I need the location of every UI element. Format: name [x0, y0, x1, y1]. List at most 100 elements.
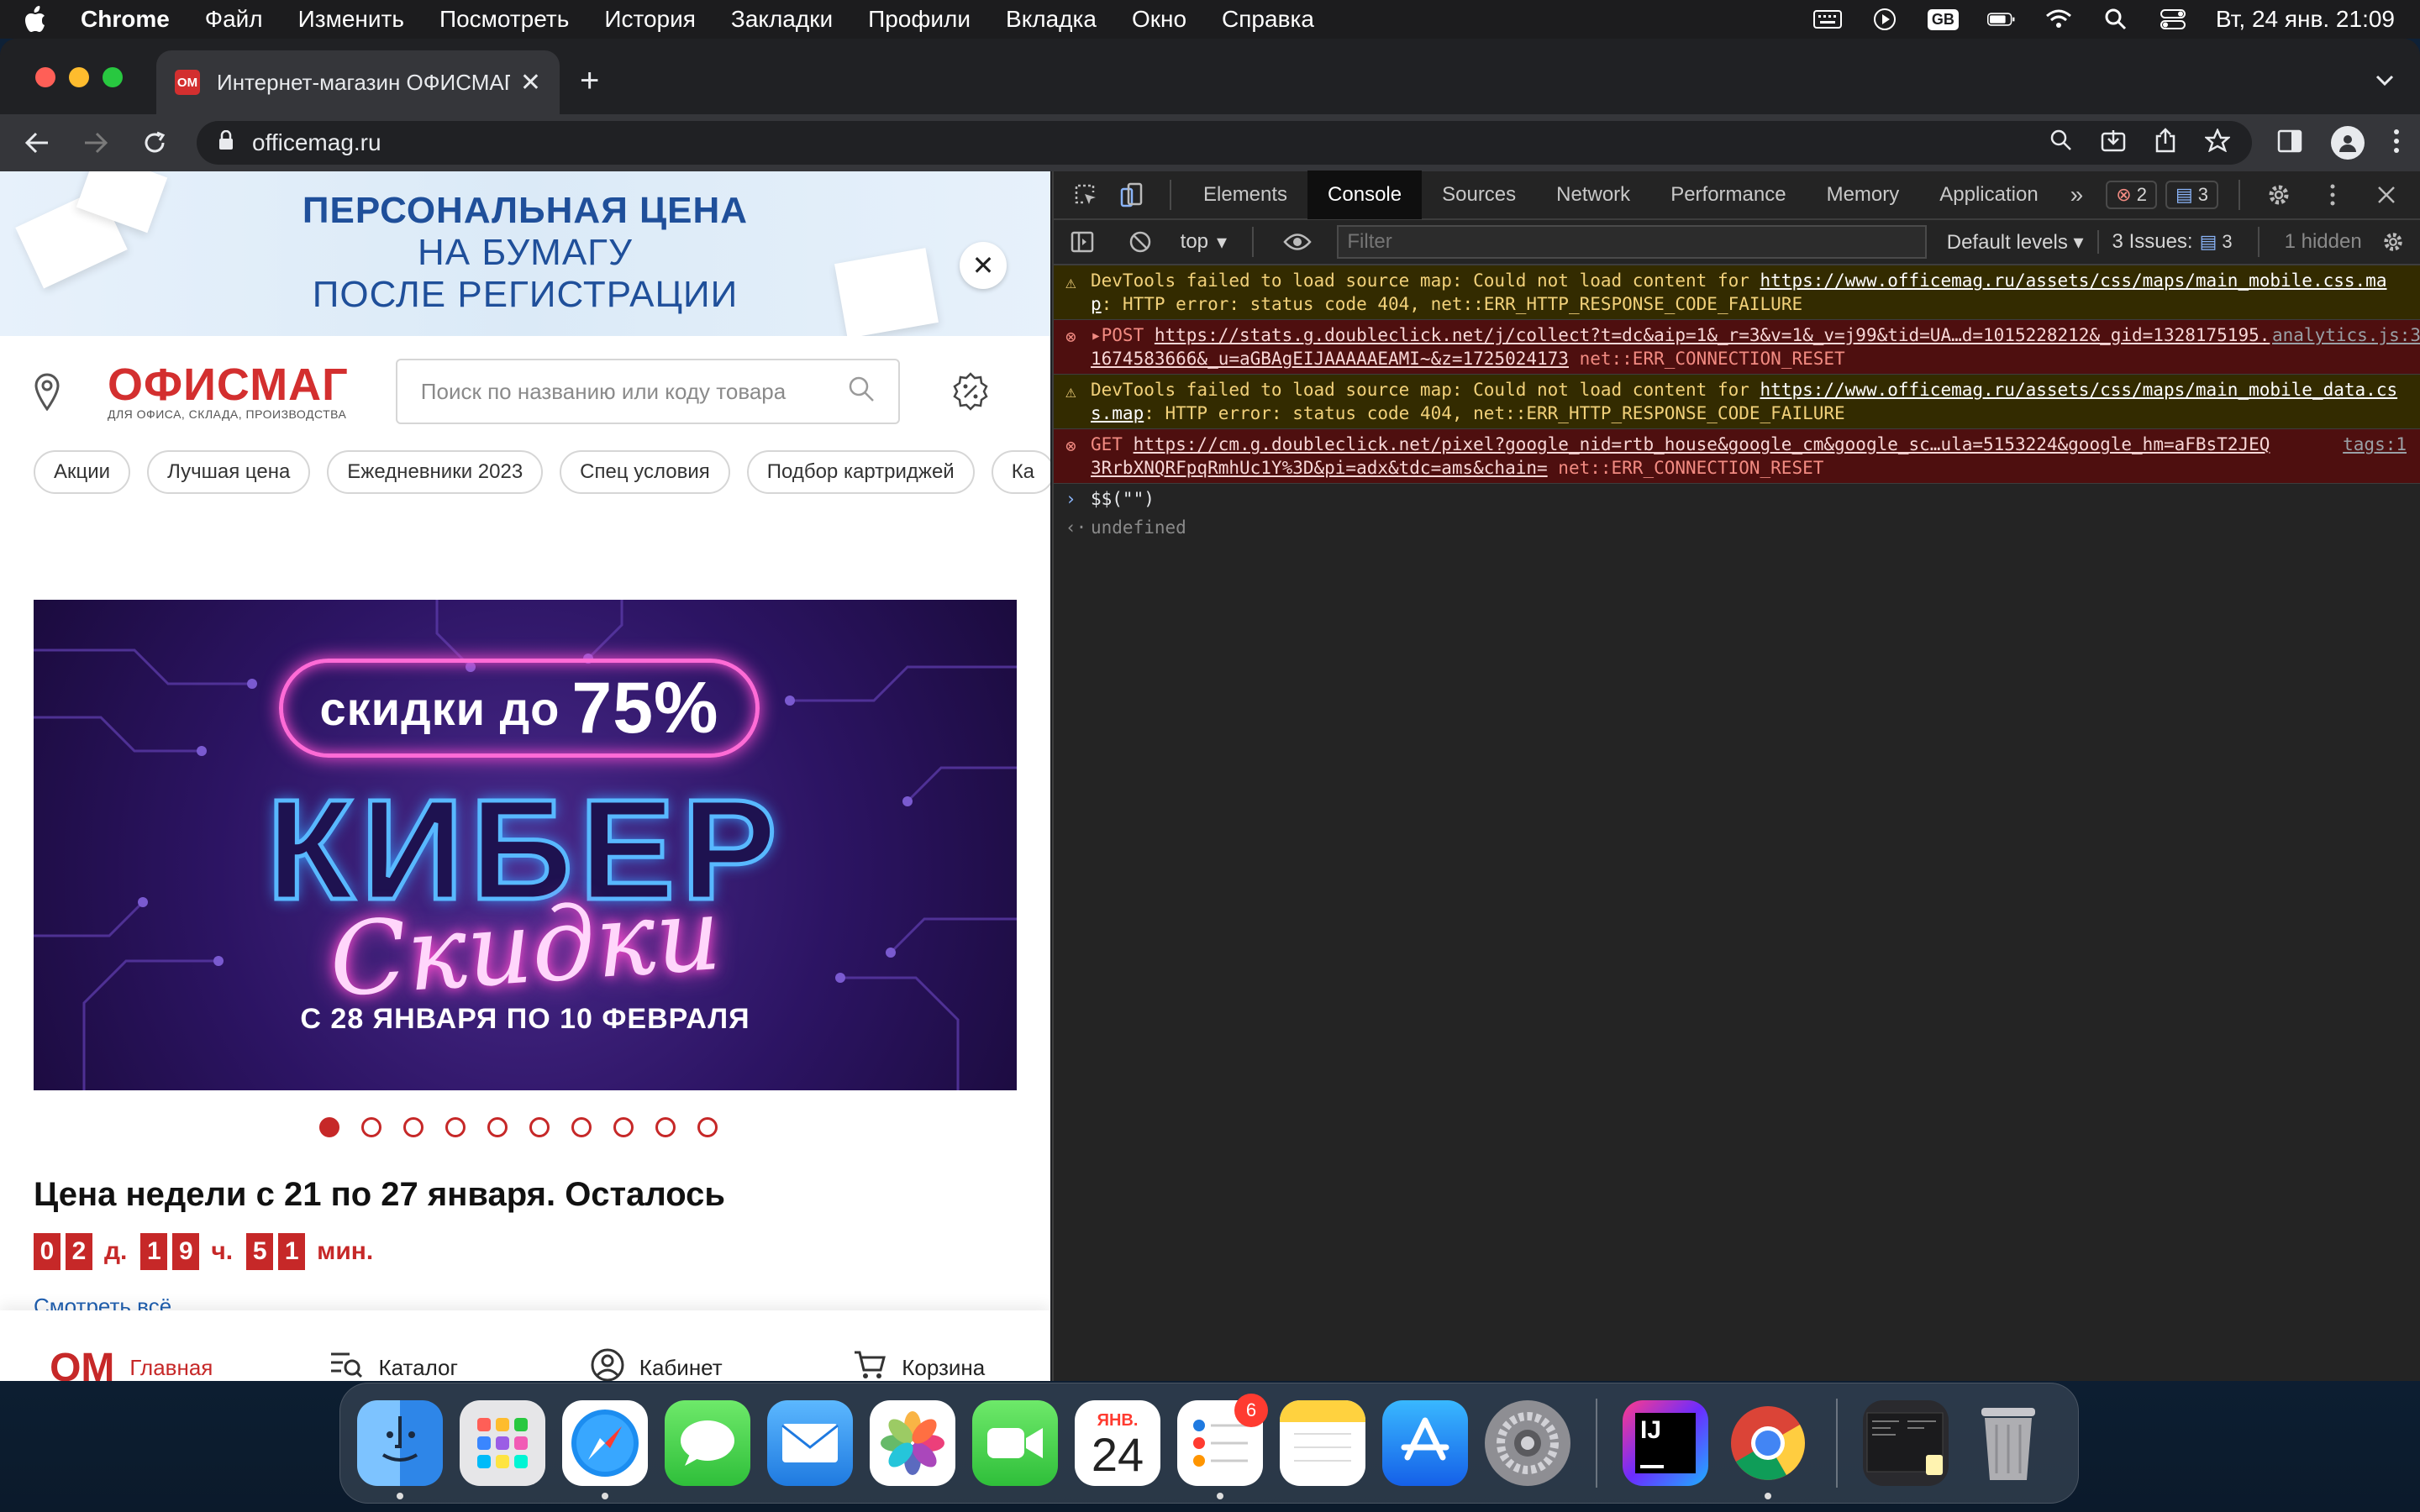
messages-icon[interactable] — [665, 1400, 750, 1486]
photos-icon[interactable] — [870, 1400, 955, 1486]
url-text[interactable]: officemag.ru — [252, 129, 2032, 156]
tab-console[interactable]: Console — [1307, 171, 1423, 219]
tab-close-icon[interactable]: ✕ — [520, 68, 541, 97]
battery-icon[interactable] — [1986, 8, 2016, 30]
menu-window[interactable]: Окно — [1132, 6, 1186, 33]
search-icon[interactable] — [848, 375, 875, 408]
carousel-dot[interactable] — [361, 1117, 381, 1137]
tab-performance[interactable]: Performance — [1650, 171, 1806, 219]
menu-chrome[interactable]: Chrome — [81, 6, 170, 33]
facetime-icon[interactable] — [972, 1400, 1058, 1486]
window-zoom-button[interactable] — [103, 67, 123, 87]
cyber-sale-banner[interactable]: скидки до 75% КИБЕР Скидки С 28 ЯНВАРЯ П… — [34, 600, 1017, 1090]
menu-edit[interactable]: Изменить — [298, 6, 404, 33]
carousel-dot[interactable] — [445, 1117, 466, 1137]
nav-account[interactable]: Кабинет — [525, 1348, 788, 1381]
console-sidebar-icon[interactable] — [1064, 223, 1100, 260]
error-count-badge[interactable]: ⊗ 2 — [2106, 181, 2157, 209]
message-source-link[interactable]: analytics.js:34 — [2272, 323, 2420, 370]
devtools-menu-icon[interactable] — [2314, 176, 2351, 213]
mail-icon[interactable] — [767, 1400, 853, 1486]
discount-badge-icon[interactable] — [950, 371, 991, 412]
launchpad-icon[interactable] — [460, 1400, 545, 1486]
message-source-link[interactable]: tags:1 — [2272, 433, 2407, 480]
spotlight-icon[interactable] — [2102, 8, 2130, 30]
menu-clock[interactable]: Вт, 24 янв. 21:09 — [2216, 6, 2395, 33]
context-select[interactable]: top ▾ — [1181, 230, 1227, 255]
tab-search-chevron-icon[interactable] — [2375, 67, 2395, 93]
control-center-icon[interactable] — [2159, 8, 2187, 30]
inspect-element-icon[interactable] — [1067, 176, 1104, 213]
share-icon[interactable] — [2154, 127, 2176, 159]
site-search-input[interactable]: Поиск по названию или коду товара — [395, 359, 900, 424]
play-icon[interactable] — [1870, 8, 1899, 30]
console-filter-input[interactable] — [1337, 225, 1927, 259]
bookmark-star-icon[interactable] — [2203, 127, 2232, 158]
info-count-badge[interactable]: ▤ 3 — [2165, 181, 2218, 209]
carousel-dot[interactable] — [571, 1117, 592, 1137]
forward-button[interactable] — [79, 126, 113, 160]
clear-console-icon[interactable] — [1122, 223, 1158, 260]
safari-icon[interactable] — [562, 1400, 648, 1499]
chip-diaries[interactable]: Ежедневники 2023 — [327, 450, 544, 494]
input-source-badge[interactable]: GB — [1927, 8, 1959, 30]
lock-icon[interactable] — [218, 129, 234, 156]
menu-profiles[interactable]: Профили — [868, 6, 971, 33]
back-button[interactable] — [20, 126, 54, 160]
carousel-dot[interactable] — [529, 1117, 550, 1137]
menu-file[interactable]: Файл — [205, 6, 263, 33]
finder-icon[interactable] — [357, 1400, 443, 1499]
new-tab-button[interactable]: + — [580, 64, 599, 97]
system-preferences-icon[interactable] — [1485, 1400, 1570, 1486]
promo-banner[interactable]: ПЕРСОНАЛЬНАЯ ЦЕНА НА БУМАГУ ПОСЛЕ РЕГИСТ… — [0, 171, 1050, 336]
tab-sources[interactable]: Sources — [1422, 171, 1536, 219]
chip-best-price[interactable]: Лучшая цена — [147, 450, 311, 494]
console-settings-gear-icon[interactable] — [2375, 223, 2412, 260]
apple-menu-icon[interactable] — [25, 6, 50, 33]
log-levels-dropdown[interactable]: Default levels ▾ — [1947, 230, 2084, 255]
live-expression-eye-icon[interactable] — [1279, 223, 1315, 260]
issues-counter[interactable]: 3 Issues: ▤ 3 — [2096, 230, 2233, 254]
site-logo[interactable]: ОФИСМАГ ДЛЯ ОФИСА, СКЛАДА, ПРОИЗВОДСТВА — [108, 362, 349, 421]
carousel-dot[interactable] — [655, 1117, 676, 1137]
nav-cart[interactable]: Корзина — [788, 1350, 1051, 1382]
menu-help[interactable]: Справка — [1222, 6, 1314, 33]
console-input-line[interactable]: › $$("") — [1054, 484, 2420, 514]
tab-application[interactable]: Application — [1919, 171, 2058, 219]
menu-history[interactable]: История — [604, 6, 696, 33]
carousel-dot[interactable] — [319, 1117, 339, 1137]
zoom-search-icon[interactable] — [2050, 129, 2072, 157]
chip-promotions[interactable]: Акции — [34, 450, 131, 494]
message-text[interactable]: ▸POST — [1091, 325, 1155, 345]
nav-home[interactable]: ОМ Главная — [0, 1345, 263, 1382]
carousel-dot[interactable] — [403, 1117, 424, 1137]
chrome-icon[interactable] — [1725, 1400, 1811, 1499]
notes-icon[interactable] — [1280, 1400, 1365, 1486]
settings-gear-icon[interactable] — [2260, 176, 2297, 213]
tab-memory[interactable]: Memory — [1807, 171, 1920, 219]
window-close-button[interactable] — [35, 67, 55, 87]
more-tabs-icon[interactable]: » — [2059, 181, 2096, 208]
menu-bookmarks[interactable]: Закладки — [731, 6, 833, 33]
chrome-menu-icon[interactable] — [2393, 129, 2400, 158]
devtools-close-icon[interactable] — [2368, 176, 2405, 213]
tab-elements[interactable]: Elements — [1183, 171, 1307, 219]
window-minimize-button[interactable] — [69, 67, 89, 87]
reminders-icon[interactable]: 6 — [1177, 1394, 1268, 1499]
downloads-stack-icon[interactable] — [1863, 1400, 1949, 1486]
trash-icon[interactable] — [1965, 1400, 2051, 1486]
console-input-text[interactable]: $$("") — [1091, 489, 1155, 509]
location-pin-icon[interactable] — [34, 372, 60, 412]
promo-close-icon[interactable]: ✕ — [960, 242, 1007, 289]
chip-truncated[interactable]: Ка — [991, 450, 1050, 494]
intellij-idea-icon[interactable]: IJ — [1623, 1400, 1708, 1486]
install-app-icon[interactable] — [2101, 129, 2126, 158]
device-toolbar-icon[interactable] — [1113, 176, 1150, 213]
menu-tab[interactable]: Вкладка — [1006, 6, 1097, 33]
tab-network[interactable]: Network — [1536, 171, 1650, 219]
profile-avatar-icon[interactable] — [2331, 126, 2365, 160]
carousel-dot[interactable] — [487, 1117, 508, 1137]
carousel-dot[interactable] — [697, 1117, 718, 1137]
calendar-icon[interactable]: ЯНВ. 24 — [1075, 1400, 1160, 1486]
carousel-dot[interactable] — [613, 1117, 634, 1137]
